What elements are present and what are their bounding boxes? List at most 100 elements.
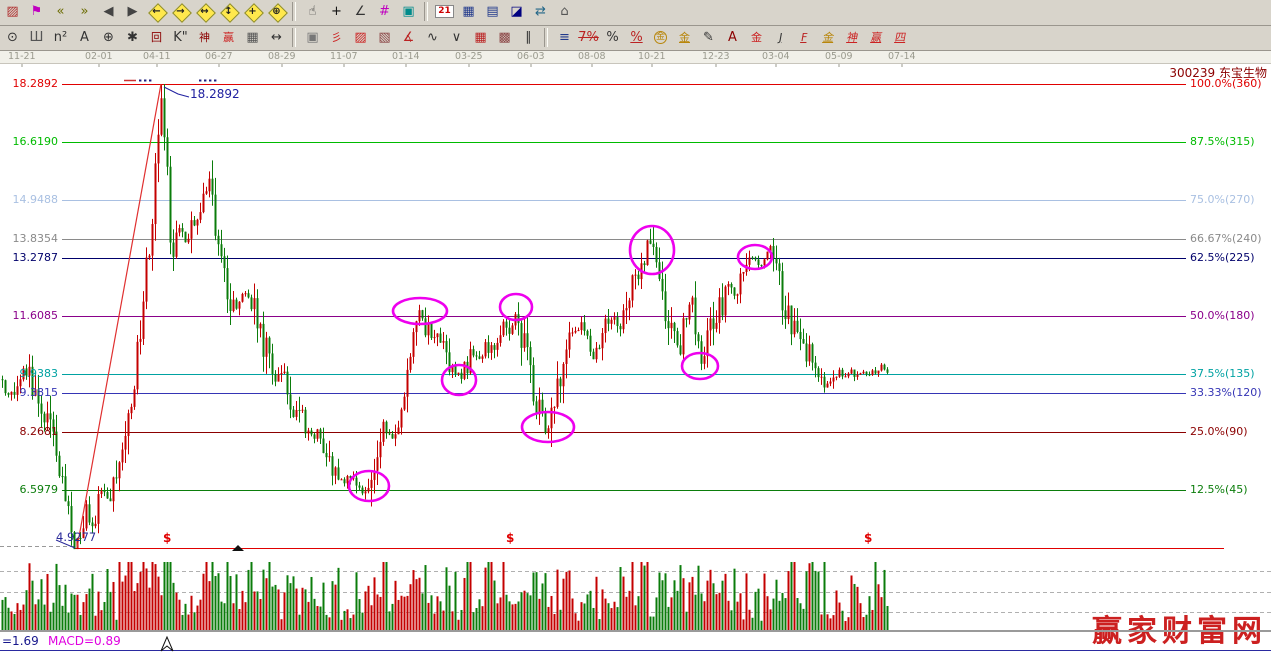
percent-strike-icon[interactable]: 7% (577, 27, 600, 48)
grid-tool-icon[interactable]: # (373, 1, 396, 22)
map-window-icon: ▣ (402, 5, 414, 18)
toolbar-separator (292, 28, 296, 47)
star-circle-icon[interactable]: ✱ (121, 27, 144, 48)
angle-measure-icon[interactable]: ∠ (349, 1, 372, 22)
comb-lines-icon: Ш (30, 31, 44, 44)
star-circle-icon: ✱ (127, 31, 138, 44)
angle-fan-icon[interactable]: ∡ (397, 27, 420, 48)
zoom-all-icon[interactable]: ⊕ (265, 1, 288, 22)
skip-first-icon[interactable]: « (49, 1, 72, 22)
calendar-icon[interactable]: 21 (433, 1, 456, 22)
si-angle-icon[interactable]: 四 (889, 27, 912, 48)
percent-strike-icon: 7% (578, 31, 599, 44)
gann-clock-icon[interactable]: ⊙ (1, 27, 24, 48)
dot-grid-icon: ▩ (498, 31, 510, 44)
gold-box-icon[interactable]: 金 (745, 27, 768, 48)
step-back-icon[interactable]: ◀ (97, 1, 120, 22)
ying-angle-icon[interactable]: 赢 (865, 27, 888, 48)
app-icon[interactable]: ▨ (1, 1, 24, 22)
chart-flag-icon[interactable]: ⚑ (25, 1, 48, 22)
skip-first-icon: « (57, 5, 65, 18)
si-angle-icon: 四 (894, 32, 907, 43)
notes-icon[interactable]: ▤ (481, 1, 504, 22)
angle-fan-icon: ∡ (403, 31, 415, 44)
gann-circle-icon: ⊕ (103, 31, 114, 44)
save-icon[interactable]: ◪ (505, 1, 528, 22)
pan-left-icon[interactable]: ← (145, 1, 168, 22)
percent-icon[interactable]: % (601, 27, 624, 48)
pen-icon[interactable]: ✎ (697, 27, 720, 48)
a-wave-icon[interactable]: A (721, 27, 744, 48)
calculator-icon[interactable]: ▦ (457, 1, 480, 22)
comb-lines-icon[interactable]: Ш (25, 27, 48, 48)
pan-left-icon: ← (152, 7, 160, 17)
percent-line-icon[interactable]: % (625, 27, 648, 48)
chart-canvas[interactable] (0, 0, 1271, 653)
box-leader-icon: ▣ (306, 31, 318, 44)
gold-line-icon: 金 (679, 32, 690, 43)
parallel-lines-icon[interactable]: ∥ (517, 27, 540, 48)
step-forward-icon: ▶ (128, 5, 138, 18)
zigzag-icon: ∨ (452, 31, 462, 44)
zigzag-icon[interactable]: ∨ (445, 27, 468, 48)
chart-graphics (0, 0, 1271, 653)
box-fan-icon: ▧ (378, 31, 390, 44)
toolbar-separator (544, 28, 548, 47)
fan-box-icon[interactable]: ▨ (349, 27, 372, 48)
gann-circle-icon[interactable]: ⊕ (97, 27, 120, 48)
grid-ruler-icon: ▦ (246, 31, 258, 44)
pan-right-icon[interactable]: → (169, 1, 192, 22)
skip-last-icon: » (81, 5, 89, 18)
j-angle-icon: J (778, 32, 783, 43)
k-wave-icon: K" (173, 31, 188, 44)
grid-ruler-icon[interactable]: ▦ (241, 27, 264, 48)
gold-line-icon[interactable]: 金 (673, 27, 696, 48)
wave-icon[interactable]: ∿ (421, 27, 444, 48)
drawing-toolbar: ⊙Шn²A⊕✱回K"神赢▦↔▣彡▨▧∡∿∨▦▩∥≡7%%%金金✎A金JF金神赢四 (0, 26, 1271, 51)
fan-lines-icon[interactable]: 彡 (325, 27, 348, 48)
box-leader-icon[interactable]: ▣ (301, 27, 324, 48)
zoom-vertical-icon[interactable]: ↕ (217, 1, 240, 22)
zoom-in-icon[interactable]: + (241, 1, 264, 22)
ruler-list-icon[interactable]: ≡ (553, 27, 576, 48)
gold-box-icon: 金 (751, 32, 762, 43)
box-fan-icon[interactable]: ▧ (373, 27, 396, 48)
highlight-circle (682, 353, 718, 379)
step-forward-icon[interactable]: ▶ (121, 1, 144, 22)
gann-clock-icon: ⊙ (7, 31, 18, 44)
shen-grid-icon[interactable]: 神 (193, 27, 216, 48)
map-window-icon[interactable]: ▣ (397, 1, 420, 22)
n-squared-icon[interactable]: n² (49, 27, 72, 48)
crosshair-tool-icon[interactable]: + (325, 1, 348, 22)
ying-grid-icon[interactable]: 赢 (217, 27, 240, 48)
gold-angle-icon: 金 (822, 32, 835, 43)
zoom-in-icon: + (248, 7, 256, 17)
shen-angle-icon: 神 (846, 32, 859, 43)
wave-icon: ∿ (427, 31, 438, 44)
gold-angle-icon[interactable]: 金 (817, 27, 840, 48)
square-spiral-icon[interactable]: 回 (145, 27, 168, 48)
zoom-horizontal-icon[interactable]: ↔ (193, 1, 216, 22)
letter-a-line-icon[interactable]: A (73, 27, 96, 48)
export-icon[interactable]: ⇄ (529, 1, 552, 22)
n-squared-icon: n² (54, 31, 67, 44)
red-grid-icon[interactable]: ▦ (469, 27, 492, 48)
width-arrows-icon[interactable]: ↔ (265, 27, 288, 48)
highlight-circle (442, 365, 476, 395)
save-icon: ◪ (510, 5, 522, 18)
k-wave-icon[interactable]: K" (169, 27, 192, 48)
shen-angle-icon[interactable]: 神 (841, 27, 864, 48)
hand-tool-icon[interactable]: ☝ (301, 1, 324, 22)
f-angle-icon[interactable]: F (793, 27, 816, 48)
dot-grid-icon[interactable]: ▩ (493, 27, 516, 48)
parallel-lines-icon: ∥ (525, 31, 532, 44)
percent-line-icon: % (630, 31, 642, 44)
gold-coin-icon[interactable]: 金 (649, 27, 672, 48)
zoom-all-icon: ⊕ (272, 7, 280, 17)
j-angle-icon[interactable]: J (769, 27, 792, 48)
app-icon: ▨ (6, 5, 18, 18)
grid-tool-icon: # (379, 5, 390, 18)
pan-right-icon: → (176, 7, 184, 17)
computer-icon[interactable]: ⌂ (553, 1, 576, 22)
skip-last-icon[interactable]: » (73, 1, 96, 22)
